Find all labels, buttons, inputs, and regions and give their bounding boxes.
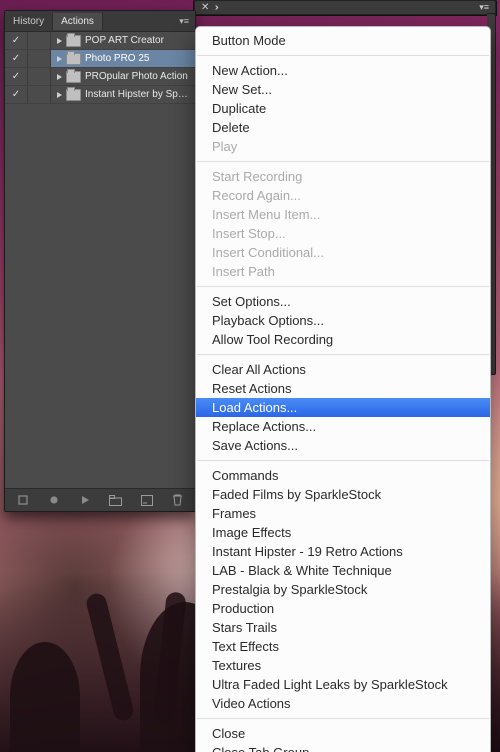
folder-icon xyxy=(66,53,81,65)
disclosure-triangle-icon[interactable] xyxy=(57,38,62,44)
menu-separator xyxy=(197,354,489,355)
action-set-row[interactable]: ✓ Instant Hipster by Sp… xyxy=(5,86,195,104)
menu-item[interactable]: Load Actions... xyxy=(196,398,490,417)
menu-item: Insert Menu Item... xyxy=(196,205,490,224)
dialog-toggle[interactable] xyxy=(28,50,51,67)
menu-item[interactable]: Commands xyxy=(196,466,490,485)
action-set-label: Photo PRO 25 xyxy=(85,53,149,64)
toggle-checkmark[interactable]: ✓ xyxy=(5,32,28,49)
menu-item[interactable]: Replace Actions... xyxy=(196,417,490,436)
new-action-icon[interactable] xyxy=(138,491,156,509)
menu-item: Play xyxy=(196,137,490,156)
folder-icon xyxy=(66,35,81,47)
action-set-name-cell[interactable]: POP ART Creator xyxy=(51,32,195,49)
menu-item[interactable]: Playback Options... xyxy=(196,311,490,330)
menu-separator xyxy=(197,460,489,461)
action-set-label: PROpular Photo Action xyxy=(85,71,188,82)
action-set-row[interactable]: ✓ Photo PRO 25 xyxy=(5,50,195,68)
action-set-name-cell[interactable]: Instant Hipster by Sp… xyxy=(51,86,195,103)
menu-item[interactable]: Set Options... xyxy=(196,292,490,311)
panel-flyout-icon[interactable]: ▾≡ xyxy=(173,16,195,27)
action-set-name-cell[interactable]: PROpular Photo Action xyxy=(51,68,195,85)
menu-item[interactable]: Clear All Actions xyxy=(196,360,490,379)
menu-item[interactable]: Production xyxy=(196,599,490,618)
menu-item[interactable]: Save Actions... xyxy=(196,436,490,455)
disclosure-triangle-icon[interactable] xyxy=(57,92,62,98)
toggle-checkmark[interactable]: ✓ xyxy=(5,50,28,67)
menu-item[interactable]: Textures xyxy=(196,656,490,675)
panel-flyout-icon[interactable]: ▾≡ xyxy=(479,2,489,13)
menu-separator xyxy=(197,286,489,287)
menu-item[interactable]: Faded Films by SparkleStock xyxy=(196,485,490,504)
menu-item: Start Recording xyxy=(196,167,490,186)
panel-footer xyxy=(5,488,195,511)
menu-item[interactable]: Prestalgia by SparkleStock xyxy=(196,580,490,599)
action-set-name-cell[interactable]: Photo PRO 25 xyxy=(51,50,195,67)
menu-item[interactable]: Video Actions xyxy=(196,694,490,713)
menu-item[interactable]: Close xyxy=(196,724,490,743)
menu-item[interactable]: Frames xyxy=(196,504,490,523)
action-set-row[interactable]: ✓ POP ART Creator xyxy=(5,32,195,50)
menu-item[interactable]: Ultra Faded Light Leaks by SparkleStock xyxy=(196,675,490,694)
menu-item: Insert Stop... xyxy=(196,224,490,243)
menu-item[interactable]: LAB - Black & White Technique xyxy=(196,561,490,580)
menu-item[interactable]: Button Mode xyxy=(196,31,490,50)
menu-item: Record Again... xyxy=(196,186,490,205)
menu-item[interactable]: Delete xyxy=(196,118,490,137)
menu-item[interactable]: Instant Hipster - 19 Retro Actions xyxy=(196,542,490,561)
menu-item[interactable]: Image Effects xyxy=(196,523,490,542)
folder-icon xyxy=(66,89,81,101)
folder-icon xyxy=(66,71,81,83)
tab-actions[interactable]: Actions xyxy=(53,13,103,30)
crowd-silhouette xyxy=(10,642,80,752)
toggle-checkmark[interactable]: ✓ xyxy=(5,86,28,103)
trash-icon[interactable] xyxy=(169,491,187,509)
close-icon[interactable]: ✕ xyxy=(201,2,209,13)
menu-item[interactable]: Stars Trails xyxy=(196,618,490,637)
action-set-row[interactable]: ✓ PROpular Photo Action xyxy=(5,68,195,86)
play-icon[interactable] xyxy=(76,491,94,509)
dialog-toggle[interactable] xyxy=(28,68,51,85)
actions-flyout-menu: Button Mode New Action...New Set...Duplic… xyxy=(195,26,491,752)
menu-separator xyxy=(197,718,489,719)
menu-item: Insert Conditional... xyxy=(196,243,490,262)
disclosure-triangle-icon[interactable] xyxy=(57,74,62,80)
menu-item[interactable]: Allow Tool Recording xyxy=(196,330,490,349)
action-set-label: POP ART Creator xyxy=(85,35,164,46)
menu-item[interactable]: New Action... xyxy=(196,61,490,80)
actions-panel: History Actions ▾≡ ✓ POP ART Creator ✓ Phot… xyxy=(4,10,196,512)
toggle-checkmark[interactable]: ✓ xyxy=(5,68,28,85)
dialog-toggle[interactable] xyxy=(28,32,51,49)
dialog-toggle[interactable] xyxy=(28,86,51,103)
stop-icon[interactable] xyxy=(14,491,32,509)
disclosure-triangle-icon[interactable] xyxy=(57,56,62,62)
menu-item[interactable]: New Set... xyxy=(196,80,490,99)
panel-tabbar: History Actions ▾≡ xyxy=(5,11,195,32)
menu-item[interactable]: Reset Actions xyxy=(196,379,490,398)
menu-item[interactable]: Close Tab Group xyxy=(196,743,490,752)
new-set-icon[interactable] xyxy=(107,491,125,509)
menu-separator xyxy=(197,55,489,56)
menu-separator xyxy=(197,161,489,162)
menu-item[interactable]: Duplicate xyxy=(196,99,490,118)
menu-item[interactable]: Text Effects xyxy=(196,637,490,656)
record-icon[interactable] xyxy=(45,491,63,509)
panel-group-header[interactable]: ✕ ›› ▾≡ xyxy=(194,0,496,15)
tab-history[interactable]: History xyxy=(5,13,53,30)
action-set-label: Instant Hipster by Sp… xyxy=(85,89,188,100)
actions-list: ✓ POP ART Creator ✓ Photo PRO 25 ✓ PROpular P… xyxy=(5,32,195,488)
menu-item: Insert Path xyxy=(196,262,490,281)
